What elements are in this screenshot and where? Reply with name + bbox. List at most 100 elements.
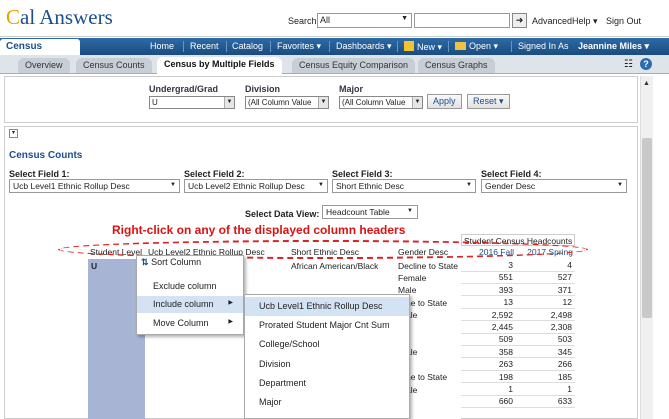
menu-exclude-column[interactable]: Exclude column xyxy=(137,278,243,295)
major-select[interactable]: (All Column Value ▼ xyxy=(339,96,423,109)
folder-icon xyxy=(455,42,466,50)
submenu-ucb-level1-ethnic[interactable]: Ucb Level1 Ethnic Rollup Desc xyxy=(245,297,409,316)
collapse-icon[interactable]: ▾ xyxy=(9,129,18,138)
scroll-thumb[interactable] xyxy=(642,138,652,318)
search-go-icon[interactable]: ➜ xyxy=(512,13,527,28)
signed-in-label: Signed In As xyxy=(518,41,569,51)
nav-open[interactable]: Open ▾ xyxy=(455,41,498,52)
search-input[interactable] xyxy=(414,13,510,28)
cell-2017-spring: 185 xyxy=(516,371,575,384)
tab-census-counts[interactable]: Census Counts xyxy=(76,58,152,73)
tab-census-by-multiple-fields[interactable]: Census by Multiple Fields xyxy=(157,57,282,74)
cell-2016-fall: 3 xyxy=(461,259,516,272)
user-menu[interactable]: Jeannine Miles ▾ xyxy=(578,41,649,52)
cell-2016-fall: 1 xyxy=(461,383,516,396)
dropdown-arrow-icon: ▼ xyxy=(224,97,234,108)
submenu-major[interactable]: Major xyxy=(245,393,409,412)
data-view-select[interactable]: Headcount Table ▼ xyxy=(322,205,418,219)
cell-gender: ne to State xyxy=(406,297,448,308)
help-menu[interactable]: Help ▾ xyxy=(572,16,598,27)
cell-2016-fall: 198 xyxy=(461,371,516,384)
dropdown-arrow-icon: ▼ xyxy=(466,182,472,188)
division-label: Division xyxy=(245,84,281,94)
field1-select[interactable]: Ucb Level1 Ethnic Rollup Desc ▼ xyxy=(9,179,180,193)
cell-2016-fall: 2,445 xyxy=(461,321,516,334)
reset-button[interactable]: Reset ▾ xyxy=(467,94,510,109)
dropdown-arrow-icon: ▼ xyxy=(318,182,324,188)
tab-census-graphs[interactable]: Census Graphs xyxy=(418,58,495,73)
cell-2017-spring: 371 xyxy=(516,284,575,297)
dropdown-arrow-icon: ▼ xyxy=(412,97,422,108)
app-logo[interactable]: Cal Answers xyxy=(6,5,113,30)
cell-2017-spring: 266 xyxy=(516,358,575,371)
submenu-arrow-icon: ▶ xyxy=(228,300,233,306)
help-icon[interactable]: ? xyxy=(640,58,652,70)
vertical-scrollbar[interactable]: ▲ xyxy=(640,76,653,419)
submenu-division[interactable]: Division xyxy=(245,355,409,374)
dropdown-arrow-icon: ▼ xyxy=(407,208,413,214)
major-label: Major xyxy=(339,84,364,94)
section-title: Census Counts xyxy=(9,150,83,161)
sign-out-link[interactable]: Sign Out xyxy=(606,16,641,26)
cell-2016-fall: 263 xyxy=(461,358,516,371)
cell-2017-spring: 2,308 xyxy=(516,321,575,334)
search-label: Search xyxy=(288,16,317,26)
field4-select[interactable]: Gender Desc ▼ xyxy=(481,179,627,193)
undergrad-select[interactable]: U ▼ xyxy=(149,96,235,109)
dropdown-arrow-icon: ▼ xyxy=(170,182,176,188)
field2-label: Select Field 2: xyxy=(184,169,245,179)
undergrad-label: Undergrad/Grad xyxy=(149,84,219,94)
cell-gender: Female xyxy=(398,272,427,283)
dropdown-arrow-icon: ▼ xyxy=(401,15,408,22)
scroll-up-icon[interactable]: ▲ xyxy=(643,80,650,87)
cell-2017-spring: 527 xyxy=(516,271,575,284)
submenu-arrow-icon: ▶ xyxy=(228,319,233,325)
ethnic-value: African American/Black xyxy=(291,261,379,271)
cell-2016-fall: 551 xyxy=(461,271,516,284)
nav-catalog[interactable]: Catalog xyxy=(232,41,263,51)
nav-favorites[interactable]: Favorites ▾ xyxy=(277,41,321,52)
sort-icon: ⇅ xyxy=(141,257,149,267)
field3-label: Select Field 3: xyxy=(332,169,393,179)
student-level-value: U xyxy=(91,261,98,271)
nav-new[interactable]: New ▾ xyxy=(404,41,442,53)
division-select[interactable]: (All Column Value ▼ xyxy=(245,96,329,109)
cell-2017-spring: 503 xyxy=(516,333,575,346)
menu-include-column[interactable]: Include column ▶ xyxy=(137,296,243,313)
cell-2016-fall: 393 xyxy=(461,284,516,297)
cell-2016-fall: 13 xyxy=(461,296,516,309)
page-options-icon[interactable]: ☷ xyxy=(624,59,633,70)
submenu-prorated-major-cnt[interactable]: Prorated Student Major Cnt Sum xyxy=(245,316,409,335)
submenu-department[interactable]: Department xyxy=(245,374,409,393)
submenu-college-school[interactable]: College/School xyxy=(245,335,409,354)
new-icon xyxy=(404,41,414,51)
dropdown-arrow-icon: ▼ xyxy=(617,182,623,188)
nav-recent[interactable]: Recent xyxy=(190,41,219,51)
menu-sort-column[interactable]: ⇅ Sort Column xyxy=(141,257,201,268)
cell-2017-spring: 1 xyxy=(516,383,575,396)
cell-2017-spring: 633 xyxy=(516,395,575,408)
field3-select[interactable]: Short Ethnic Desc ▼ xyxy=(332,179,476,193)
cell-2017-spring: 4 xyxy=(516,259,575,272)
field1-label: Select Field 1: xyxy=(9,169,70,179)
field2-select[interactable]: Ucb Level2 Ethnic Rollup Desc ▼ xyxy=(184,179,328,193)
cell-2017-spring: 345 xyxy=(516,346,575,359)
data-view-label: Select Data View: xyxy=(245,209,320,219)
menu-move-column[interactable]: Move Column ▶ xyxy=(137,315,243,332)
dashboard-title: Census xyxy=(0,39,80,55)
tab-census-equity-comparison[interactable]: Census Equity Comparison xyxy=(292,58,416,73)
cell-2017-spring: 2,498 xyxy=(516,309,575,322)
cell-2016-fall: 2,592 xyxy=(461,309,516,322)
nav-bar: Census Home Recent Catalog Favorites ▾ D… xyxy=(0,38,669,55)
apply-button[interactable]: Apply xyxy=(427,94,462,109)
cell-2016-fall: 660 xyxy=(461,395,516,408)
include-column-submenu: Ucb Level1 Ethnic Rollup Desc Prorated S… xyxy=(244,294,410,419)
field4-label: Select Field 4: xyxy=(481,169,542,179)
nav-dashboards[interactable]: Dashboards ▾ xyxy=(336,41,392,52)
advanced-link[interactable]: Advanced xyxy=(532,16,572,26)
nav-home[interactable]: Home xyxy=(150,41,174,51)
search-scope-select[interactable]: All ▼ xyxy=(317,13,412,28)
tab-overview[interactable]: Overview xyxy=(18,58,70,73)
cell-gender: Decline to State xyxy=(398,260,459,271)
cell-2016-fall: 509 xyxy=(461,333,516,346)
